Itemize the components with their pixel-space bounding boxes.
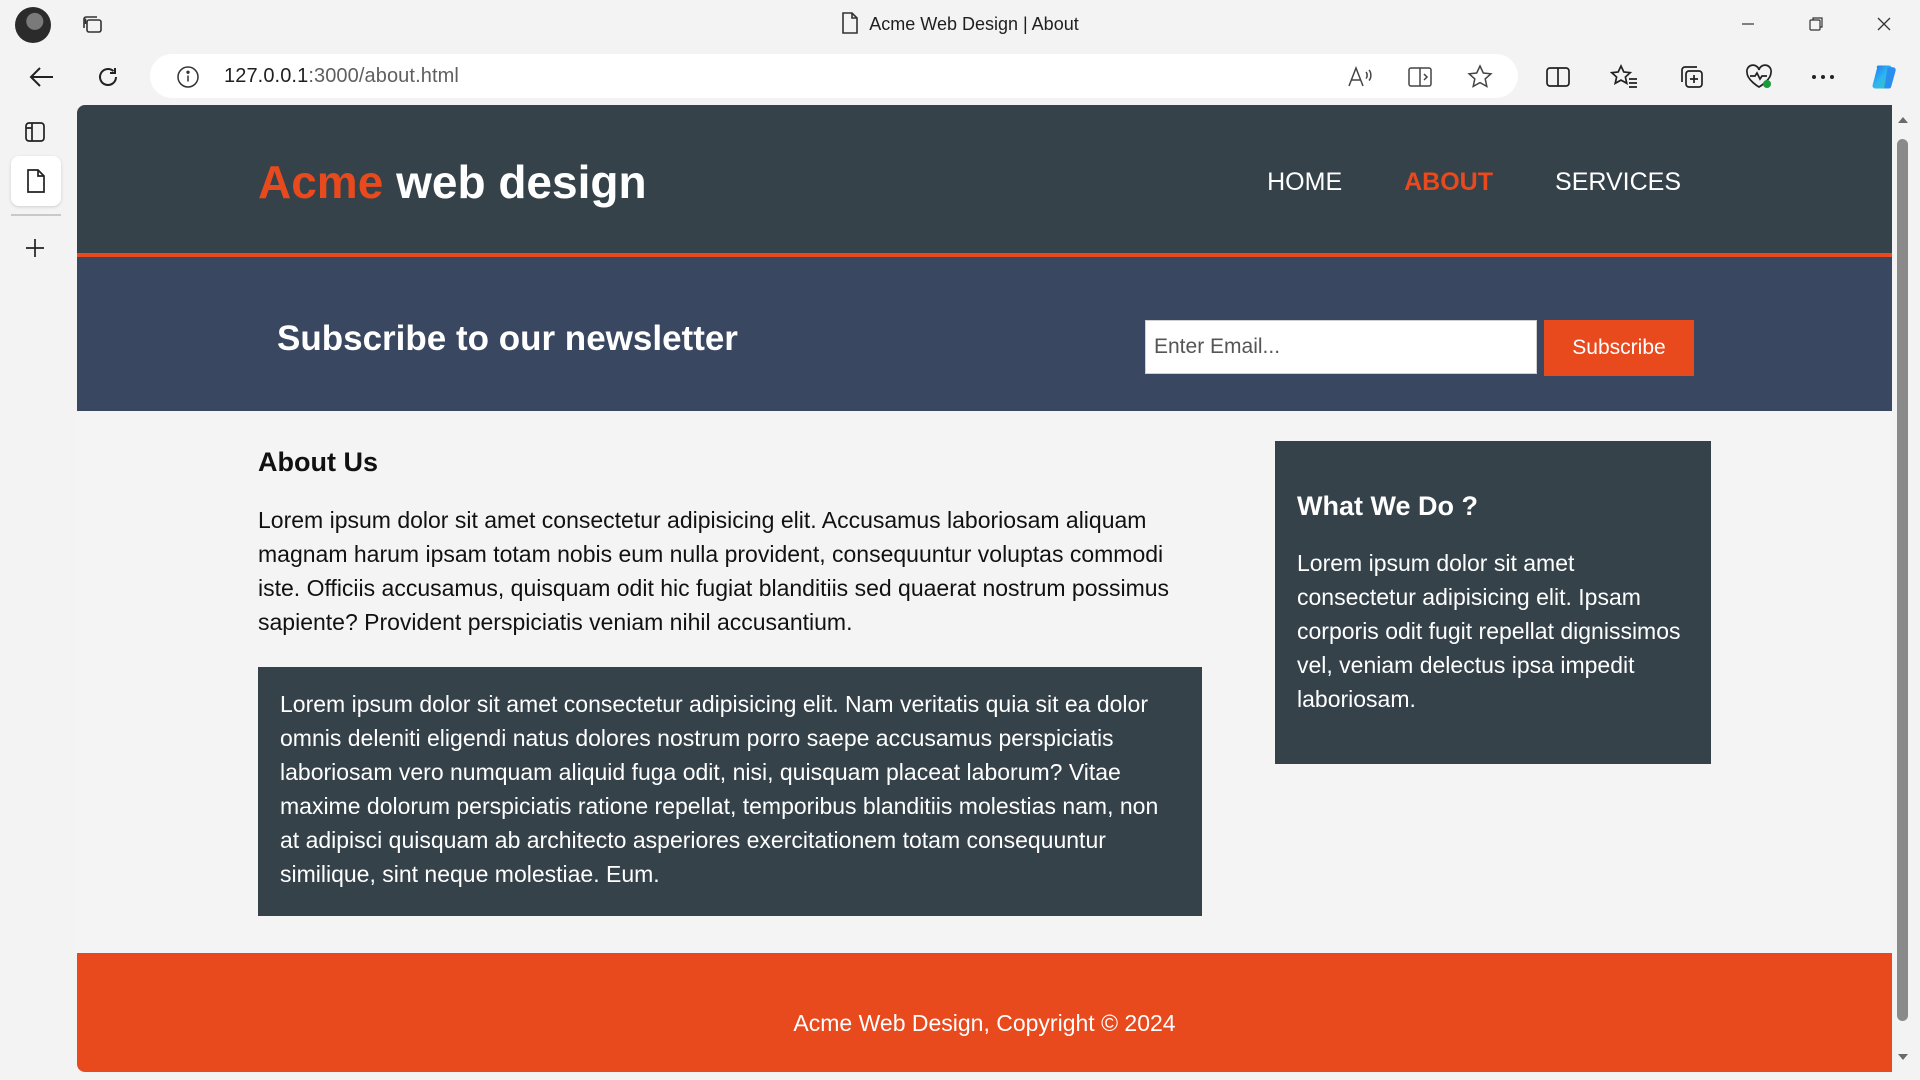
url-text[interactable]: 127.0.0.1:3000/about.html — [224, 65, 459, 88]
highlight-box: Lorem ipsum dolor sit amet consectetur a… — [258, 667, 1202, 916]
minimize-icon — [1742, 23, 1754, 25]
url-path: :3000/about.html — [308, 65, 459, 87]
what-we-do-heading: What We Do ? — [1297, 491, 1478, 521]
page-viewport: Acme web design HOME ABOUT SERVICES Subs… — [77, 105, 1892, 1072]
nav-home[interactable]: HOME — [1267, 168, 1342, 197]
what-we-do-text: Lorem ipsum dolor sit amet consectetur a… — [1297, 550, 1681, 712]
restore-icon — [1809, 17, 1823, 31]
close-icon — [1877, 17, 1891, 31]
about-heading: About Us — [258, 447, 378, 477]
plus-icon — [26, 239, 44, 257]
page-tab-icon — [27, 169, 45, 193]
sidebar-box: What We Do ? Lorem ipsum dolor sit amet … — [1275, 441, 1711, 764]
heart-pulse-icon — [1746, 64, 1772, 88]
main-content: About Us Lorem ipsum dolor sit amet cons… — [258, 441, 1202, 916]
tab-divider — [11, 214, 61, 216]
window-title: Acme Web Design | About — [0, 12, 1920, 39]
collections-button[interactable] — [1677, 62, 1707, 92]
tab-title: Acme Web Design | About — [869, 14, 1079, 34]
footer-copyright: Acme Web Design, Copyright © 2024 — [793, 1010, 1176, 1036]
copilot-button[interactable] — [1870, 62, 1900, 92]
site-logo[interactable]: Acme web design — [258, 155, 647, 209]
url-host: 127.0.0.1 — [224, 65, 309, 87]
read-aloud-icon[interactable] — [1346, 63, 1374, 91]
site-header: Acme web design HOME ABOUT SERVICES — [77, 105, 1892, 257]
brand-rest: web design — [383, 156, 647, 208]
more-dots-icon — [1812, 75, 1834, 79]
nav-services[interactable]: SERVICES — [1555, 168, 1681, 197]
sidebar-panel-button[interactable] — [19, 116, 51, 148]
restore-button[interactable] — [1782, 0, 1850, 48]
favorites-button[interactable] — [1609, 62, 1639, 92]
site-info-icon[interactable] — [176, 65, 200, 94]
back-arrow-icon — [29, 67, 53, 87]
panel-icon — [25, 122, 45, 142]
subscribe-button[interactable]: Subscribe — [1544, 320, 1694, 376]
main-nav: HOME ABOUT SERVICES — [1205, 168, 1681, 197]
refresh-icon — [99, 68, 117, 86]
minimize-button[interactable] — [1714, 0, 1782, 48]
copilot-icon — [1872, 65, 1896, 89]
site-footer: Acme Web Design, Copyright © 2024 — [77, 953, 1892, 1072]
vertical-tabs-sidebar — [0, 102, 70, 1080]
collections-icon — [1681, 66, 1703, 88]
new-tab-button[interactable] — [19, 232, 51, 264]
brand-highlight: Acme — [258, 156, 384, 208]
newsletter-heading: Subscribe to our newsletter — [277, 319, 738, 358]
refresh-button[interactable] — [93, 62, 123, 92]
page-scrollbar[interactable] — [1892, 105, 1914, 1072]
back-button[interactable] — [27, 62, 57, 92]
newsletter-section: Subscribe to our newsletter Subscribe — [77, 257, 1892, 411]
settings-more-button[interactable] — [1808, 62, 1838, 92]
address-bar[interactable]: 127.0.0.1:3000/about.html — [150, 54, 1518, 98]
immersive-reader-icon[interactable] — [1406, 63, 1434, 91]
active-tab-button[interactable] — [11, 156, 61, 206]
scroll-up-arrow-icon[interactable] — [1896, 113, 1910, 127]
favorite-star-icon[interactable] — [1466, 63, 1494, 91]
toolbar: 127.0.0.1:3000/about.html — [0, 50, 1920, 102]
email-input[interactable] — [1145, 320, 1537, 374]
browser-essentials-button[interactable] — [1744, 62, 1774, 92]
scrollbar-thumb[interactable] — [1897, 139, 1908, 1021]
split-screen-icon — [1546, 67, 1570, 87]
favorites-icon — [1610, 64, 1637, 88]
close-window-button[interactable] — [1850, 0, 1918, 48]
nav-about[interactable]: ABOUT — [1404, 168, 1493, 197]
title-bar: Acme Web Design | About — [0, 0, 1920, 50]
highlight-box-text: Lorem ipsum dolor sit amet consectetur a… — [280, 691, 1159, 887]
split-screen-button[interactable] — [1543, 62, 1573, 92]
about-paragraph: Lorem ipsum dolor sit amet consectetur a… — [258, 507, 1170, 635]
page-icon — [841, 12, 859, 39]
scroll-down-arrow-icon[interactable] — [1896, 1050, 1910, 1064]
